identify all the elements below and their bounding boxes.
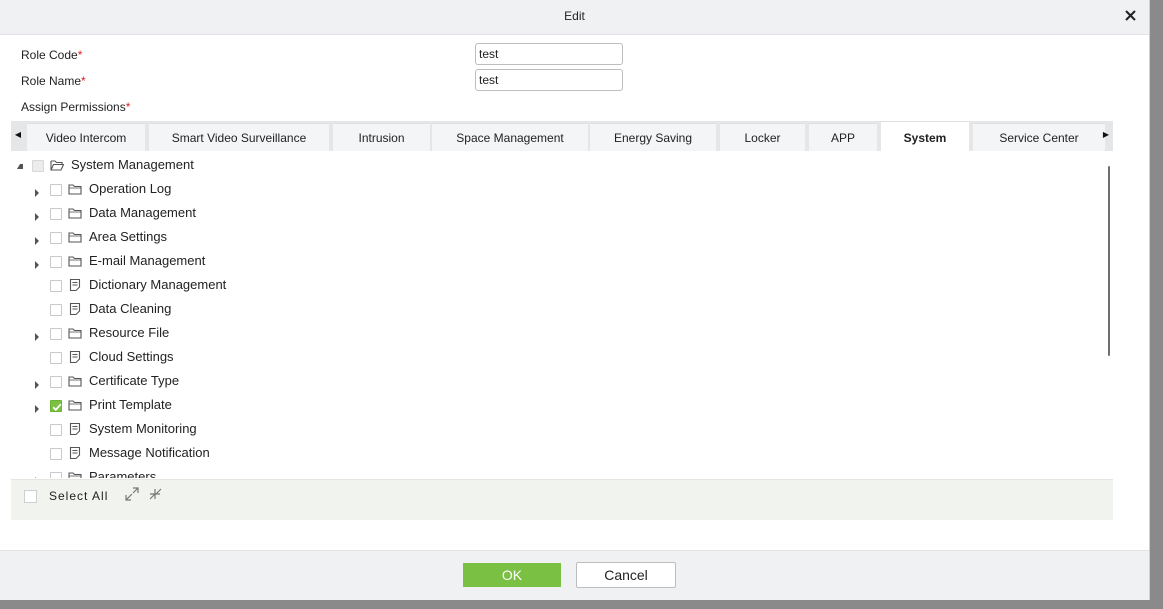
tree-node: Data Cleaning — [11, 300, 711, 324]
collapse-all-icon[interactable] — [147, 486, 163, 502]
tree-node-label[interactable]: Parameters — [89, 469, 156, 478]
tree-node-label[interactable]: Dictionary Management — [89, 277, 226, 292]
folder-icon — [68, 326, 82, 340]
tab-smart-video-surveillance[interactable]: Smart Video Surveillance — [149, 123, 329, 151]
tree-node-label[interactable]: Message Notification — [89, 445, 210, 460]
tree-node: Print Template — [11, 396, 711, 420]
tree-checkbox[interactable] — [50, 424, 62, 436]
expand-arrow-icon[interactable] — [35, 213, 39, 221]
edit-dialog: Edit Role Code* Role Name* Assign Permis… — [0, 0, 1150, 600]
tab-service-center[interactable]: Service Center — [973, 123, 1105, 151]
tree-checkbox[interactable] — [50, 352, 62, 364]
tree-node-label[interactable]: System Management — [71, 157, 194, 172]
expand-arrow-icon[interactable] — [35, 237, 39, 245]
tree-node: Resource File — [11, 324, 711, 348]
tree-checkbox[interactable] — [50, 328, 62, 340]
page-icon — [68, 278, 82, 292]
assign-permissions-label: Assign Permissions* — [21, 100, 131, 114]
tree-node: System Monitoring — [11, 420, 711, 444]
folder-icon — [68, 374, 82, 388]
tab-app[interactable]: APP — [809, 123, 877, 151]
collapse-arrow-icon[interactable] — [17, 164, 23, 169]
tree-node-label[interactable]: System Monitoring — [89, 421, 197, 436]
tree-node: Area Settings — [11, 228, 711, 252]
tree-node-label[interactable]: Area Settings — [89, 229, 167, 244]
dialog-title: Edit — [564, 9, 585, 23]
expand-arrow-icon[interactable] — [35, 189, 39, 197]
folder-open-icon — [50, 158, 65, 172]
expand-arrow-icon[interactable] — [35, 477, 39, 478]
tree-node: Data Management — [11, 204, 711, 228]
tab-scroll-left-icon[interactable]: ◀ — [11, 121, 25, 151]
dialog-footer: OK Cancel — [0, 550, 1149, 600]
tree-node-label[interactable]: Data Management — [89, 205, 196, 220]
tab-scroll-right-icon[interactable]: ▶ — [1099, 121, 1113, 151]
page-icon — [68, 302, 82, 316]
tree-checkbox[interactable] — [50, 256, 62, 268]
folder-icon — [68, 230, 82, 244]
tree-checkbox[interactable] — [50, 208, 62, 220]
tree-checkbox[interactable] — [50, 376, 62, 388]
expand-arrow-icon[interactable] — [35, 381, 39, 389]
tree-node: E-mail Management — [11, 252, 711, 276]
tree-checkbox[interactable] — [50, 232, 62, 244]
tree-node: Operation Log — [11, 180, 711, 204]
role-code-input[interactable] — [475, 43, 623, 65]
tree-node-label[interactable]: Operation Log — [89, 181, 171, 196]
tab-locker[interactable]: Locker — [720, 123, 805, 151]
expand-arrow-icon[interactable] — [35, 261, 39, 269]
tree-node: Message Notification — [11, 444, 711, 468]
tree-checkbox[interactable] — [50, 448, 62, 460]
tab-video-intercom[interactable]: Video Intercom — [27, 123, 145, 151]
select-all-bar: Select All — [11, 479, 1113, 512]
role-name-input[interactable] — [475, 69, 623, 91]
ok-button[interactable]: OK — [463, 563, 561, 587]
page-icon — [68, 446, 82, 460]
dialog-body: Role Code* Role Name* Assign Permissions… — [0, 35, 1149, 550]
select-all-checkbox[interactable] — [24, 490, 37, 503]
cancel-button[interactable]: Cancel — [576, 562, 676, 588]
dialog-titlebar: Edit — [0, 0, 1149, 35]
tree-node: Certificate Type — [11, 372, 711, 396]
folder-icon — [68, 398, 82, 412]
role-code-label: Role Code* — [21, 48, 83, 62]
tree-node-label[interactable]: Print Template — [89, 397, 172, 412]
select-all-label: Select All — [49, 489, 109, 503]
expand-arrow-icon[interactable] — [35, 333, 39, 341]
tree-node: Parameters — [11, 468, 711, 478]
folder-icon — [68, 206, 82, 220]
expand-arrow-icon[interactable] — [35, 405, 39, 413]
role-name-label: Role Name* — [21, 74, 86, 88]
page-icon — [68, 422, 82, 436]
expand-all-icon[interactable] — [124, 486, 140, 502]
tree-checkbox[interactable] — [50, 304, 62, 316]
tree-node: Cloud Settings — [11, 348, 711, 372]
tree-node-label[interactable]: Cloud Settings — [89, 349, 174, 364]
tab-space-management[interactable]: Space Management — [432, 123, 588, 151]
tree-checkbox[interactable] — [50, 280, 62, 292]
folder-icon — [68, 470, 82, 478]
tree-node-root: System Management — [11, 156, 711, 180]
tree-checkbox[interactable] — [50, 184, 62, 196]
tab-system[interactable]: System — [881, 121, 969, 151]
close-icon[interactable] — [1121, 6, 1139, 26]
tab-intrusion[interactable]: Intrusion — [333, 123, 430, 151]
folder-icon — [68, 254, 82, 268]
tab-energy-saving[interactable]: Energy Saving — [590, 123, 716, 151]
tree-node-label[interactable]: Resource File — [89, 325, 169, 340]
permission-tree: System Management Operation Log Data Manag… — [11, 156, 1113, 478]
tree-scrollbar[interactable] — [1108, 166, 1110, 356]
tree-checkbox — [32, 160, 44, 172]
tree-node-label[interactable]: E-mail Management — [89, 253, 205, 268]
page-icon — [68, 350, 82, 364]
tree-node-label[interactable]: Certificate Type — [89, 373, 179, 388]
folder-icon — [68, 182, 82, 196]
tree-node-label[interactable]: Data Cleaning — [89, 301, 171, 316]
tree-checkbox[interactable] — [50, 400, 62, 412]
tree-checkbox[interactable] — [50, 472, 62, 478]
permissions-tabbar: ◀ Video Intercom Smart Video Surveillance… — [11, 121, 1113, 151]
select-all-bar-bottom — [11, 511, 1113, 520]
tree-node: Dictionary Management — [11, 276, 711, 300]
